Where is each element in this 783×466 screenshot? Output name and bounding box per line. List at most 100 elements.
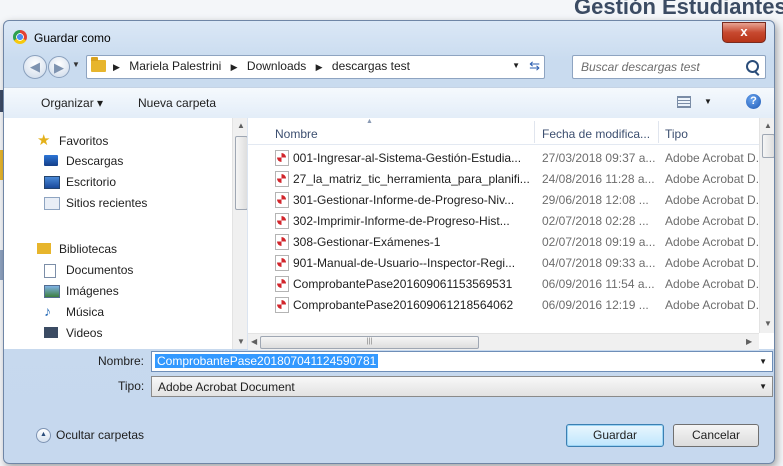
breadcrumb-separator-icon: ▶: [315, 62, 323, 72]
column-header-name[interactable]: Nombre: [275, 127, 318, 141]
scroll-thumb[interactable]: |||: [260, 336, 479, 349]
pdf-file-icon: [275, 276, 289, 292]
help-icon[interactable]: ?: [746, 94, 761, 109]
file-list-scrollbar[interactable]: ▲ ▼: [759, 118, 774, 333]
toolbar: Organizar ▾ Nueva carpeta ▼ ?: [4, 87, 774, 119]
scroll-thumb[interactable]: [235, 136, 247, 210]
scroll-left-icon[interactable]: ◀: [251, 337, 257, 346]
background-title: Gestión Estudiantes: [574, 0, 783, 19]
save-button[interactable]: Guardar: [566, 424, 664, 447]
breadcrumb-separator-icon: ▶: [230, 62, 238, 72]
navigation-pane: ★ Favoritos Descargas Escritorio Sitios …: [29, 118, 248, 349]
file-name: 001-Ingresar-al-Sistema-Gestión-Estudia.…: [293, 151, 522, 165]
file-type: Adobe Acrobat D...: [665, 214, 759, 228]
nav-label: Sitios recientes: [66, 196, 148, 210]
file-name: ComprobantePase201609061153569531: [293, 277, 513, 291]
search-icon[interactable]: [746, 60, 759, 73]
address-row: ◀ ▶ ▼ ▶ Mariela Palestrini ▶ Downloads ▶…: [4, 55, 774, 81]
chevron-down-icon[interactable]: ▼: [759, 382, 767, 391]
scroll-down-icon[interactable]: ▼: [237, 337, 245, 346]
nav-label: Imágenes: [66, 284, 119, 298]
file-row[interactable]: 301-Gestionar-Informe-de-Progreso-Niv...…: [248, 189, 759, 209]
breadcrumb-item[interactable]: Mariela Palestrini: [129, 59, 221, 73]
forward-arrow-icon: ▶: [54, 60, 64, 75]
scroll-right-icon[interactable]: ▶: [746, 337, 752, 346]
search-input[interactable]: Buscar descargas test: [572, 55, 766, 79]
search-placeholder: Buscar descargas test: [581, 60, 700, 74]
file-type: Adobe Acrobat D...: [665, 193, 759, 207]
pdf-file-icon: [275, 213, 289, 229]
downloads-icon: [44, 155, 58, 166]
pdf-file-icon: [275, 255, 289, 271]
breadcrumb: ▶ Mariela Palestrini ▶ Downloads ▶ desca…: [113, 59, 416, 73]
breadcrumb-item[interactable]: Downloads: [247, 59, 306, 73]
file-date: 02/07/2018 02:28 ...: [542, 214, 649, 228]
file-list: ▲ Nombre Fecha de modifica... Tipo 001-I…: [248, 118, 759, 333]
view-dropdown-icon[interactable]: ▼: [704, 97, 712, 106]
nav-scrollbar[interactable]: ▲ ▼: [232, 118, 247, 349]
file-name: 27_la_matriz_tic_herramienta_para_planif…: [293, 172, 530, 186]
type-label: Tipo:: [118, 379, 145, 393]
file-row[interactable]: ComprobantePase201609061218564062 06/09/2…: [248, 294, 759, 314]
file-type: Adobe Acrobat D...: [665, 151, 759, 165]
file-row[interactable]: 001-Ingresar-al-Sistema-Gestión-Estudia.…: [248, 147, 759, 167]
file-date: 02/07/2018 09:19 a...: [542, 235, 656, 249]
filename-value: ComprobantePase20180704112459078​1: [155, 354, 379, 368]
file-row[interactable]: 27_la_matriz_tic_herramienta_para_planif…: [248, 168, 759, 188]
nav-label: Música: [66, 305, 105, 319]
scroll-up-icon[interactable]: ▲: [237, 121, 245, 130]
name-label: Nombre:: [98, 354, 145, 368]
file-row[interactable]: ComprobantePase201609061153569531 06/09/2…: [248, 273, 759, 293]
pdf-file-icon: [275, 234, 289, 250]
dialog-title: Guardar como: [34, 31, 111, 45]
file-type: Adobe Acrobat D...: [665, 235, 759, 249]
breadcrumb-item[interactable]: descargas test: [332, 59, 410, 73]
scroll-down-icon[interactable]: ▼: [764, 319, 772, 328]
column-divider[interactable]: [534, 121, 535, 143]
file-row[interactable]: 308-Gestionar-Exámenes-1 02/07/2018 09:19…: [248, 231, 759, 251]
address-dropdown-icon[interactable]: ▼: [512, 61, 520, 70]
file-date: 06/09/2016 12:19 ...: [542, 298, 649, 312]
desktop-icon: [44, 176, 60, 189]
save-as-dialog: Guardar como x ◀ ▶ ▼ ▶ Mariela Palestrin…: [3, 20, 775, 464]
column-header-type[interactable]: Tipo: [665, 127, 688, 141]
chevron-down-icon[interactable]: ▼: [759, 357, 767, 366]
content-area: ★ Favoritos Descargas Escritorio Sitios …: [4, 118, 774, 350]
file-name: ComprobantePase201609061218564062: [293, 298, 514, 312]
column-header-row: ▲ Nombre Fecha de modifica... Tipo: [248, 118, 759, 145]
file-type: Adobe Acrobat D...: [665, 298, 759, 312]
file-type: Adobe Acrobat D...: [665, 172, 759, 186]
file-date: 29/06/2018 12:08 ...: [542, 193, 649, 207]
horizontal-scrollbar[interactable]: ◀ ||| ▶: [248, 333, 759, 350]
file-type-select[interactable]: Adobe Acrobat Document ▼: [151, 376, 773, 397]
column-divider[interactable]: [658, 121, 659, 143]
recent-locations-dropdown[interactable]: ▼: [72, 60, 80, 69]
nav-label: Documentos: [66, 263, 134, 277]
file-type: Adobe Acrobat D...: [665, 277, 759, 291]
scroll-up-icon[interactable]: ▲: [764, 121, 772, 130]
file-row[interactable]: 302-Imprimir-Informe-de-Progreso-Hist...…: [248, 210, 759, 230]
address-bar[interactable]: ▶ Mariela Palestrini ▶ Downloads ▶ desca…: [86, 55, 545, 79]
refresh-icon[interactable]: ⇆: [529, 58, 540, 74]
scroll-thumb[interactable]: [762, 134, 774, 158]
close-button[interactable]: x: [722, 22, 766, 43]
file-name: 302-Imprimir-Informe-de-Progreso-Hist...: [293, 214, 510, 228]
file-row[interactable]: 901-Manual-de-Usuario--Inspector-Regi...…: [248, 252, 759, 272]
new-folder-button[interactable]: Nueva carpeta: [138, 96, 216, 110]
title-bar[interactable]: Guardar como x: [4, 21, 774, 51]
column-header-date[interactable]: Fecha de modifica...: [542, 127, 650, 141]
forward-button[interactable]: ▶: [48, 56, 70, 78]
recent-places-icon: [44, 197, 60, 210]
nav-label: Escritorio: [66, 175, 117, 189]
view-options-icon[interactable]: [677, 96, 691, 108]
pdf-file-icon: [275, 192, 289, 208]
file-date: 04/07/2018 09:33 a...: [542, 256, 656, 270]
nav-label: Favoritos: [59, 134, 109, 148]
cancel-button[interactable]: Cancelar: [673, 424, 759, 447]
chrome-icon: [13, 30, 27, 44]
file-type: Adobe Acrobat D...: [665, 256, 759, 270]
back-button[interactable]: ◀: [23, 55, 47, 79]
file-date: 06/09/2016 11:54 a...: [542, 277, 655, 291]
filename-input[interactable]: ComprobantePase20180704112459078​1 ▼: [151, 351, 773, 372]
organize-button[interactable]: Organizar ▾: [41, 96, 103, 110]
